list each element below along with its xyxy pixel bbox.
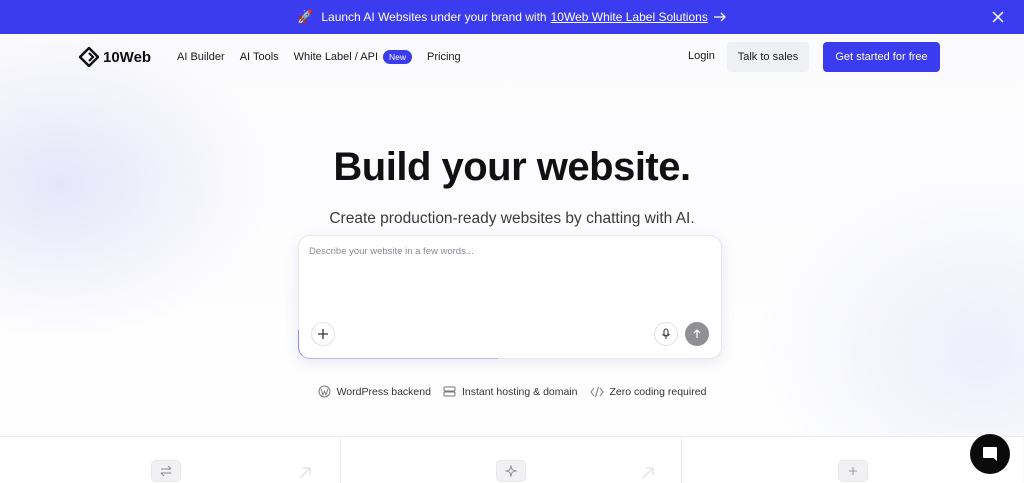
plus-icon	[318, 329, 328, 339]
feature-item: Zero coding required	[589, 385, 707, 398]
swap-icon	[151, 460, 181, 482]
new-badge: New	[383, 50, 413, 64]
feature-label: Zero coding required	[609, 385, 707, 398]
feature-label: Instant hosting & domain	[461, 385, 578, 398]
banner-link[interactable]: 10Web White Label Solutions	[551, 10, 708, 24]
announcement-banner: 🚀 Launch AI Websites under your brand wi…	[0, 0, 1024, 34]
hero-title: Build your website.	[333, 145, 691, 189]
logo-text: 10Web	[103, 48, 152, 66]
nav-ai-tools[interactable]: AI Tools	[240, 50, 279, 64]
arrow-up-icon	[693, 329, 701, 338]
hero-subtitle: Create production-ready websites by chat…	[329, 210, 695, 227]
logo[interactable]: 10Web	[79, 47, 151, 67]
arrow-up-right-icon	[299, 467, 311, 479]
arrow-up-right-icon	[642, 467, 654, 479]
plus-icon	[838, 460, 868, 482]
login-link[interactable]: Login	[688, 50, 715, 62]
feature-label: WordPress backend	[336, 385, 431, 398]
banner-text: Launch AI Websites under your brand with	[321, 10, 547, 24]
nav-ai-builder[interactable]: AI Builder	[177, 50, 225, 64]
prompt-box	[298, 235, 722, 359]
features-row: WordPress backend Instant hosting & doma…	[0, 385, 1024, 398]
microphone-button[interactable]	[654, 322, 678, 346]
nav-white-label-text: White Label / API	[293, 51, 379, 63]
get-started-button[interactable]: Get started for free	[823, 42, 940, 72]
code-icon	[589, 386, 604, 397]
card[interactable]	[0, 437, 341, 483]
website-description-input[interactable]	[309, 246, 713, 316]
rocket-icon: 🚀	[297, 9, 314, 24]
logo-icon	[79, 47, 99, 67]
card[interactable]	[341, 437, 682, 483]
feature-item: WordPress backend	[318, 385, 431, 398]
send-button[interactable]	[685, 322, 709, 346]
add-attachment-button[interactable]	[311, 322, 335, 346]
nav-pricing[interactable]: Pricing	[427, 50, 461, 64]
chat-bubble-icon	[983, 447, 997, 461]
server-icon	[443, 386, 456, 397]
feature-item: Instant hosting & domain	[443, 385, 578, 398]
microphone-icon	[662, 328, 670, 339]
nav-links: AI Builder AI Tools White Label / API Ne…	[177, 50, 461, 64]
sparkle-icon	[496, 460, 526, 482]
nav-white-label[interactable]: White Label / API New	[293, 50, 413, 64]
chat-widget-button[interactable]	[970, 434, 1010, 474]
talk-to-sales-button[interactable]: Talk to sales	[727, 42, 809, 72]
arrow-right-icon[interactable]	[713, 9, 727, 25]
cards-row	[0, 436, 1024, 483]
wordpress-icon	[318, 385, 331, 398]
close-icon[interactable]	[988, 7, 1008, 27]
top-navigation: 10Web AI Builder AI Tools White Label / …	[0, 34, 1024, 80]
